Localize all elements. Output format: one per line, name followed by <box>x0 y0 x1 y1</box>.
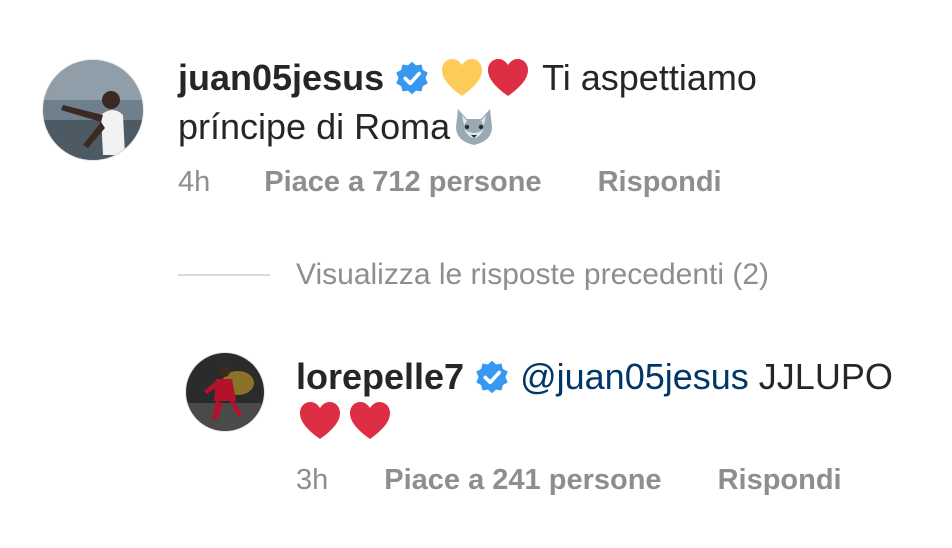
wolf-face-icon <box>452 107 496 147</box>
reply-text: JJLUPO <box>758 356 893 397</box>
likes-count-link[interactable]: Piace a 241 persone <box>384 464 661 497</box>
comment-timestamp: 4h <box>178 166 211 198</box>
divider <box>178 274 270 276</box>
likes-count-link[interactable]: Piace a 712 persone <box>264 166 541 199</box>
reply-button[interactable]: Rispondi <box>718 464 842 497</box>
yellow-heart-icon <box>440 58 484 98</box>
comment-meta-row: 4h Piace a 712 persone Rispondi <box>178 166 722 199</box>
avatar-image <box>43 60 143 160</box>
view-previous-replies[interactable]: Visualizza le risposte precedenti (2) <box>178 258 769 292</box>
comment-line-1: juan05jesus Ti aspettiamo <box>178 56 757 100</box>
verified-badge-icon <box>474 359 510 395</box>
reply-username[interactable]: lorepelle7 <box>296 355 464 399</box>
avatar-juan05jesus[interactable] <box>43 60 143 160</box>
comment-line-2: príncipe di Roma <box>178 105 496 149</box>
comment-text-continued: príncipe di Roma <box>178 106 451 147</box>
red-heart-icon <box>298 401 342 441</box>
avatar-lorepelle7[interactable] <box>186 353 264 431</box>
avatar-image <box>186 353 264 431</box>
comment-username[interactable]: juan05jesus <box>178 56 384 100</box>
reply-button[interactable]: Rispondi <box>598 166 722 199</box>
reply-line-2 <box>298 401 392 441</box>
red-heart-icon <box>348 401 392 441</box>
verified-badge-icon <box>394 60 430 96</box>
reply-meta-row: 3h Piace a 241 persone Rispondi <box>296 464 842 497</box>
reply-line-1: lorepelle7 @juan05jesus JJLUPO <box>296 355 893 399</box>
mention-link[interactable]: @juan05jesus <box>520 355 749 399</box>
view-previous-replies-label: Visualizza le risposte precedenti (2) <box>296 258 770 291</box>
reply-timestamp: 3h <box>296 464 329 496</box>
red-heart-icon <box>486 58 530 98</box>
comment-text: Ti aspettiamo <box>542 57 757 98</box>
